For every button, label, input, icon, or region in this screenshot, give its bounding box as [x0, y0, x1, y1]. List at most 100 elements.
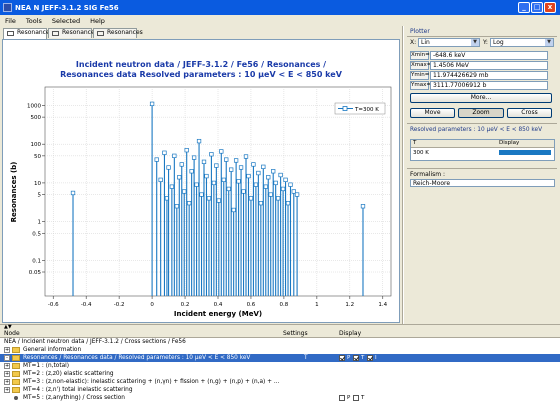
tab-resonances-1[interactable]: Resonances: [3, 28, 53, 39]
y-scale-select[interactable]: Log ▼: [490, 38, 554, 47]
resonance-marker: [278, 172, 283, 178]
resonance-marker: [182, 189, 187, 194]
resonance-marker: [166, 165, 171, 170]
resonance-marker: [285, 201, 291, 206]
display-t-label: T: [361, 355, 365, 361]
close-button[interactable]: x: [544, 2, 556, 13]
tree-row-mt5[interactable]: MT=5 : (z,anything) / Cross section P T: [0, 394, 560, 402]
more-button[interactable]: More...: [410, 93, 552, 103]
x-scale-label: X:: [410, 39, 417, 46]
x-tick-label: -0.4: [81, 302, 92, 308]
minimize-button[interactable]: _: [518, 2, 530, 13]
xmin-input[interactable]: -648.6 keV: [430, 51, 548, 60]
tree-row-label: NEA / Incident neutron data / JEFF-3.1.2…: [4, 339, 186, 345]
resonance-marker: [263, 184, 268, 189]
resonance-marker: [154, 157, 159, 162]
expand-icon[interactable]: +: [4, 347, 10, 353]
y-tick-label: 500: [31, 115, 42, 121]
x-tick-label: 0.6: [247, 302, 256, 308]
tree-header: Node Settings Display: [0, 329, 560, 338]
resonance-marker: [233, 158, 239, 163]
plot-area[interactable]: Incident neutron data / JEFF-3.1.2 / Fe5…: [2, 39, 400, 323]
xmax-input[interactable]: 1.4506 MeV: [430, 61, 548, 70]
display-t-checkbox[interactable]: [353, 395, 359, 401]
folder-icon: [12, 355, 20, 361]
y-tick-label: 10: [34, 181, 41, 187]
x-tick-label: -0.6: [48, 302, 59, 308]
tree-row-mt3[interactable]: + MT=3 : (z,non-elastic): inelastic scat…: [0, 378, 403, 386]
chart-legend: T=300 K: [334, 102, 386, 115]
tree-row-mt1[interactable]: + MT=1 : (n,total): [0, 362, 403, 370]
resonance-marker: [256, 170, 261, 176]
tab-resonances-3[interactable]: Resonances: [93, 28, 143, 38]
resonance-marker: [224, 157, 229, 162]
resonance-marker: [209, 152, 214, 157]
y-tick-label: 0.05: [29, 270, 42, 276]
ymax-label[interactable]: Ymax=: [410, 81, 431, 90]
resonance-marker: [189, 169, 194, 174]
folder-icon: [12, 371, 20, 377]
tree-row-label: MT=5 : (z,anything) / Cross section: [23, 395, 125, 401]
resonance-marker: [268, 192, 273, 197]
display-color-swatch[interactable]: [499, 150, 551, 155]
cross-button[interactable]: Cross: [507, 108, 552, 118]
tab-resonances-2[interactable]: Resonances: [48, 28, 98, 38]
menu-help[interactable]: Help: [85, 17, 110, 25]
menu-tools[interactable]: Tools: [21, 17, 47, 25]
tree-row-mt4[interactable]: + MT=4 : (z,n') total inelastic scatteri…: [0, 386, 403, 394]
expand-icon[interactable]: +: [4, 387, 10, 393]
resonance-marker: [177, 175, 182, 180]
col-node-header[interactable]: Node: [4, 330, 20, 337]
resonance-marker: [149, 101, 155, 107]
x-scale-select[interactable]: Lin ▼: [418, 38, 480, 47]
ymin-input[interactable]: 11.974426629 mb: [430, 71, 548, 80]
tree-row-label: General information: [23, 347, 82, 353]
menu-bar: File Tools Selected Help: [0, 15, 560, 26]
y-tick-label: 0.5: [32, 231, 41, 237]
tree-row-mt2[interactable]: + MT=2 : (z,z0) elastic scattering: [0, 370, 403, 378]
plot-pane: Resonances Resonances Resonances Inciden…: [0, 26, 403, 324]
maximize-button[interactable]: □: [531, 2, 543, 13]
tree-row-root[interactable]: NEA / Incident neutron data / JEFF-3.1.2…: [0, 338, 403, 346]
resolved-header: T Display: [411, 140, 554, 148]
expand-icon[interactable]: +: [4, 379, 10, 385]
move-button[interactable]: Move: [410, 108, 455, 118]
y-axis-label: Resonances (b): [10, 162, 18, 223]
ymin-label[interactable]: Ymin=: [410, 71, 429, 80]
menu-selected[interactable]: Selected: [47, 17, 85, 25]
resonance-marker: [258, 201, 263, 206]
col-display-header[interactable]: Display: [339, 330, 361, 337]
expand-icon[interactable]: +: [4, 371, 10, 377]
tree-row-resonances[interactable]: - Resonances / Resonances data / Resolve…: [0, 354, 560, 362]
ymin-row: Ymin= 11.974426629 mb: [410, 71, 552, 80]
resonance-marker: [261, 164, 266, 169]
xmin-label[interactable]: Xmin=: [410, 51, 430, 60]
resonance-marker: [70, 190, 76, 196]
plotter-title: Plotter: [410, 28, 430, 35]
display-t-checkbox[interactable]: [353, 355, 359, 361]
folder-icon: [12, 379, 20, 385]
resonance-marker: [211, 180, 217, 186]
resonance-marker: [206, 196, 212, 201]
col-settings-header[interactable]: Settings: [283, 330, 308, 337]
zoom-button[interactable]: Zoom: [458, 108, 504, 118]
display-p-checkbox[interactable]: [339, 395, 345, 401]
collapse-icon[interactable]: -: [4, 355, 10, 361]
folder-icon: [12, 363, 20, 369]
resonance-marker: [179, 162, 184, 167]
resonance-marker: [196, 138, 202, 144]
xmax-label[interactable]: Xmax=: [410, 61, 431, 70]
display-t-label: T: [361, 395, 365, 401]
tree-row-general-info[interactable]: + General information: [0, 346, 403, 354]
menu-file[interactable]: File: [0, 17, 21, 25]
ymax-input[interactable]: 3111.77006912 b: [430, 81, 548, 90]
temperature-cell[interactable]: 300 K: [413, 150, 429, 156]
expand-icon[interactable]: +: [4, 363, 10, 369]
resonance-marker: [201, 159, 207, 164]
resonance-marker: [204, 173, 209, 179]
resonance-chart[interactable]: Incident neutron data / JEFF-3.1.2 / Fe5…: [3, 40, 399, 322]
display-p-checkbox[interactable]: [339, 355, 345, 361]
settings-value[interactable]: T: [304, 354, 308, 362]
display-i-checkbox[interactable]: [367, 355, 373, 361]
bullet-icon: [14, 396, 18, 400]
